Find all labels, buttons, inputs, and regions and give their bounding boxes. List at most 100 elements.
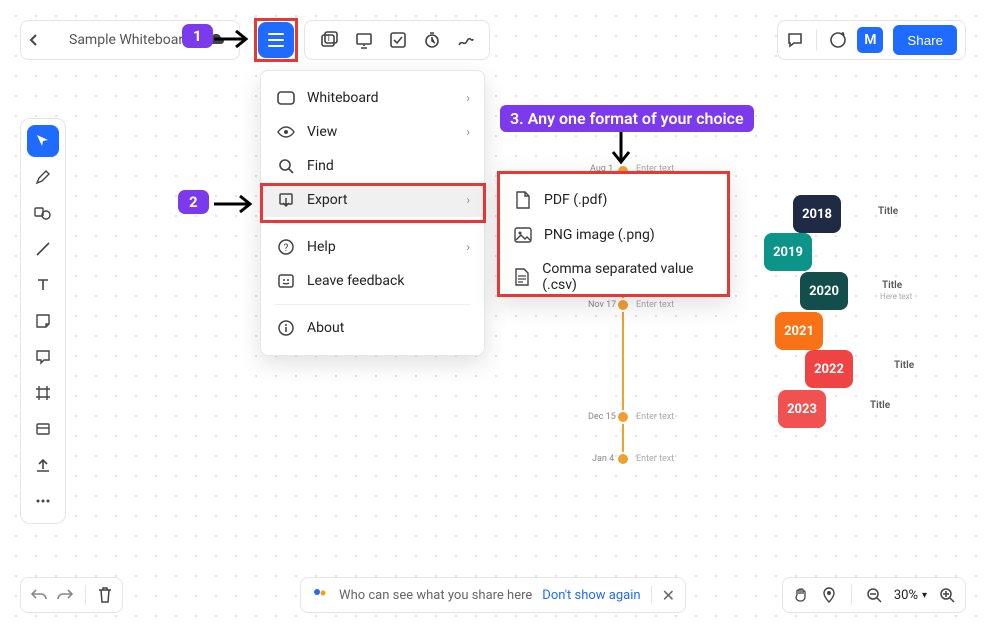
menu-separator [275,223,470,224]
presentation-toolbar: 1 [304,20,490,60]
export-png[interactable]: PNG image (.png) [500,218,727,252]
shapes-tool[interactable] [27,197,59,229]
whiteboard-icon [277,91,295,105]
timeline-date: Dec 15 [588,412,616,422]
year-tile-2022[interactable]: 2022 [805,350,853,388]
year-tile-2020[interactable]: 2020 [800,272,848,310]
submenu-label: PDF (.pdf) [544,192,607,208]
canvas-background[interactable] [0,0,986,633]
chevron-right-icon: › [466,125,470,139]
upload-tool[interactable] [27,449,59,481]
svg-text:?: ? [284,243,289,254]
submenu-label: Comma separated value (.csv) [542,261,713,293]
undo-button[interactable] [31,588,47,602]
timeline-entry[interactable]: Enter text [636,412,674,422]
trash-button[interactable] [98,587,112,603]
search-icon [277,158,295,174]
year-tile-2019[interactable]: 2019 [764,233,812,271]
share-button[interactable]: Share [893,25,957,55]
frame-tool[interactable] [27,377,59,409]
year-tile-2023[interactable]: 2023 [778,390,826,428]
year-title: Title [894,360,914,371]
line-tool[interactable] [27,233,59,265]
text-tool[interactable] [27,269,59,301]
people-icon [311,588,329,602]
submenu-label: PNG image (.png) [544,227,655,243]
vote-icon[interactable] [389,31,407,49]
menu-item-view[interactable]: View › [261,115,484,149]
close-notice[interactable]: ✕ [662,586,675,605]
avatar[interactable]: M [857,27,883,53]
timer-icon[interactable] [423,31,441,49]
back-button[interactable] [29,33,53,47]
timeline-date: Jan 4 [592,454,614,464]
timeline-entry[interactable]: Enter text [636,454,674,464]
year-tile-2021[interactable]: 2021 [775,312,823,350]
scribble-icon[interactable] [457,31,475,49]
pan-tool[interactable] [793,587,809,603]
eye-icon [277,126,295,138]
year-tile-2018[interactable]: 2018 [793,195,841,233]
menu-label: Whiteboard [307,90,379,106]
chevron-down-icon: ▾ [922,590,927,601]
present-icon[interactable] [355,31,373,49]
png-icon [514,227,532,243]
feedback-icon [277,274,295,288]
chevron-right-icon: › [466,193,470,207]
share-notice: Who can see what you share here Don't sh… [300,577,686,613]
divider [816,29,817,51]
reactions-icon[interactable] [829,31,847,49]
redo-button[interactable] [57,588,73,602]
collab-bar: M Share [777,20,966,60]
history-bar [20,577,123,613]
pdf-icon [514,191,532,209]
menu-item-about[interactable]: About [261,311,484,345]
frames-icon[interactable]: 1 [319,31,339,49]
select-tool[interactable] [27,125,59,157]
sticky-tool[interactable] [27,305,59,337]
map-tool[interactable] [821,587,837,603]
more-tools[interactable] [27,485,59,517]
annotation-badge-2: 2 [178,190,209,214]
dont-show-link[interactable]: Don't show again [542,588,640,603]
annotation-text-3: 3. Any one format of your choice [500,105,754,132]
timeline-dot[interactable] [616,452,630,466]
year-title: Title [870,400,890,411]
menu-label: Export [307,192,347,208]
info-icon [277,320,295,336]
export-pdf[interactable]: PDF (.pdf) [500,182,727,218]
year-subtitle: Here text [880,292,912,301]
zoom-in-button[interactable] [939,587,955,603]
timeline-dot[interactable] [616,410,630,424]
menu-label: Leave feedback [307,273,404,289]
divider [851,585,852,605]
divider [651,586,652,604]
arrow-icon [212,28,254,50]
comment-icon[interactable] [786,31,804,49]
table-tool[interactable] [27,413,59,445]
menu-label: About [307,320,344,336]
menu-label: Find [307,158,334,174]
chevron-right-icon: › [466,91,470,105]
zoom-dropdown[interactable]: 30%▾ [894,588,927,603]
menu-label: Help [307,239,336,255]
menu-item-whiteboard[interactable]: Whiteboard › [261,81,484,115]
tool-palette [20,118,66,524]
navigation-bar: 30%▾ [782,577,966,613]
export-csv[interactable]: Comma separated value (.csv) [500,252,727,302]
main-menu-button[interactable] [258,22,294,58]
zoom-out-button[interactable] [866,587,882,603]
comment-tool[interactable] [27,341,59,373]
annotation-badge-1: 1 [182,24,213,48]
menu-item-find[interactable]: Find [261,149,484,183]
divider [85,585,86,605]
menu-item-export[interactable]: Export › [261,183,484,217]
year-title: Title [882,280,902,291]
pencil-tool[interactable] [27,161,59,193]
menu-item-feedback[interactable]: Leave feedback [261,264,484,298]
menu-separator [275,304,470,305]
annotation-highlight-1 [254,18,298,62]
arrow-icon [610,130,632,170]
menu-item-help[interactable]: ? Help › [261,230,484,264]
menu-label: View [307,124,337,140]
